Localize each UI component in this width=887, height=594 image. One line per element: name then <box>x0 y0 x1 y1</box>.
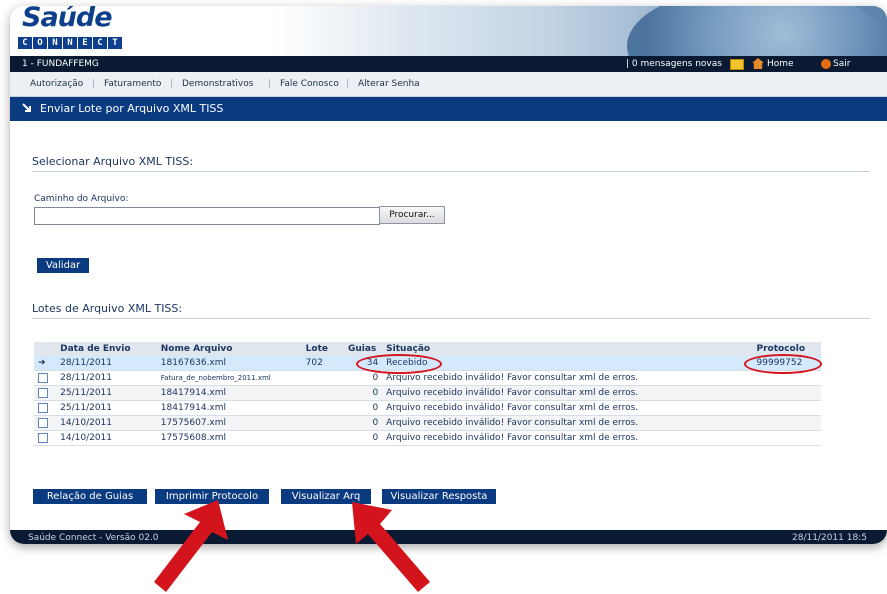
col-data-envio[interactable]: Data de Envio <box>56 342 157 356</box>
divider <box>32 318 870 319</box>
divider <box>32 171 870 172</box>
main-menu: Autorização | Faturamento | Demonstrativ… <box>10 72 887 97</box>
version-label: Saúde Connect - Versão 02.0 <box>28 533 159 543</box>
table-header: Data de Envio Nome Arquivo Lote Guias Si… <box>34 342 821 356</box>
row-arrow-icon: ➜ <box>34 356 57 371</box>
logout-link[interactable]: Sair <box>833 56 850 72</box>
col-guias[interactable]: Guias <box>343 342 383 356</box>
highlight-ellipse <box>356 354 442 374</box>
header-banner: Saúde CONNECT <box>10 6 887 106</box>
top-status-bar: 1 - FUNDAFFEMG | 0 mensagens novas Home … <box>10 56 887 72</box>
arrow-down-right-icon <box>22 103 31 112</box>
red-arrow-annotation <box>352 502 430 592</box>
logout-icon[interactable] <box>821 59 831 69</box>
table-row[interactable]: 14/10/2011 17575607.xml 0 Arquivo recebi… <box>34 415 821 431</box>
browse-button[interactable]: Procurar... <box>379 206 445 224</box>
col-nome-arquivo[interactable]: Nome Arquivo <box>156 342 302 356</box>
menu-autorizacao[interactable]: Autorização <box>30 72 83 96</box>
row-checkbox[interactable] <box>38 387 48 398</box>
file-path-label: Caminho do Arquivo: <box>34 194 129 204</box>
col-situacao[interactable]: Situação <box>382 342 753 356</box>
logo: Saúde <box>22 6 113 33</box>
page-title: Enviar Lote por Arquivo XML TISS <box>40 102 224 115</box>
menu-faturamento[interactable]: Faturamento <box>104 72 161 96</box>
home-link[interactable]: Home <box>767 56 794 72</box>
lots-section-title: Lotes de Arquivo XML TISS: <box>32 302 183 315</box>
datetime-label: 28/11/2011 18:5 <box>792 533 867 543</box>
table-row[interactable]: 25/11/2011 18417914.xml 0 Arquivo recebi… <box>34 385 821 401</box>
row-checkbox[interactable] <box>38 417 48 428</box>
menu-fale-conosco[interactable]: Fale Conosco <box>280 72 339 96</box>
relacao-guias-button[interactable]: Relação de Guias <box>33 489 147 504</box>
menu-alterar-senha[interactable]: Alterar Senha <box>358 72 420 96</box>
row-checkbox[interactable] <box>38 372 48 383</box>
organization-label: 1 - FUNDAFFEMG <box>22 59 99 69</box>
home-icon[interactable] <box>752 58 764 69</box>
table-row[interactable]: 14/10/2011 17575608.xml 0 Arquivo recebi… <box>34 430 821 446</box>
logo-connect: CONNECT <box>18 37 123 49</box>
table-row[interactable]: 28/11/2011 Fatura_de_nobembro_2011.xml 0… <box>34 370 821 386</box>
table-row[interactable]: 25/11/2011 18417914.xml 0 Arquivo recebi… <box>34 400 821 416</box>
col-lote[interactable]: Lote <box>301 342 344 356</box>
file-path-input[interactable] <box>34 207 380 225</box>
highlight-ellipse <box>744 354 822 374</box>
page-title-bar: Enviar Lote por Arquivo XML TISS <box>10 97 887 121</box>
mail-icon[interactable] <box>730 59 744 70</box>
row-checkbox[interactable] <box>38 432 48 443</box>
messages-link[interactable]: | 0 mensagens novas <box>626 56 722 72</box>
app-window: Saúde CONNECT 1 - FUNDAFFEMG | 0 mensage… <box>10 6 887 544</box>
validate-button[interactable]: Validar <box>37 258 89 273</box>
menu-demonstrativos[interactable]: Demonstrativos <box>182 72 253 96</box>
row-checkbox[interactable] <box>38 402 48 413</box>
red-arrow-annotation <box>154 500 228 592</box>
footer-bar: Saúde Connect - Versão 02.0 28/11/2011 1… <box>10 530 887 544</box>
upload-section-title: Selecionar Arquivo XML TISS: <box>32 155 194 168</box>
